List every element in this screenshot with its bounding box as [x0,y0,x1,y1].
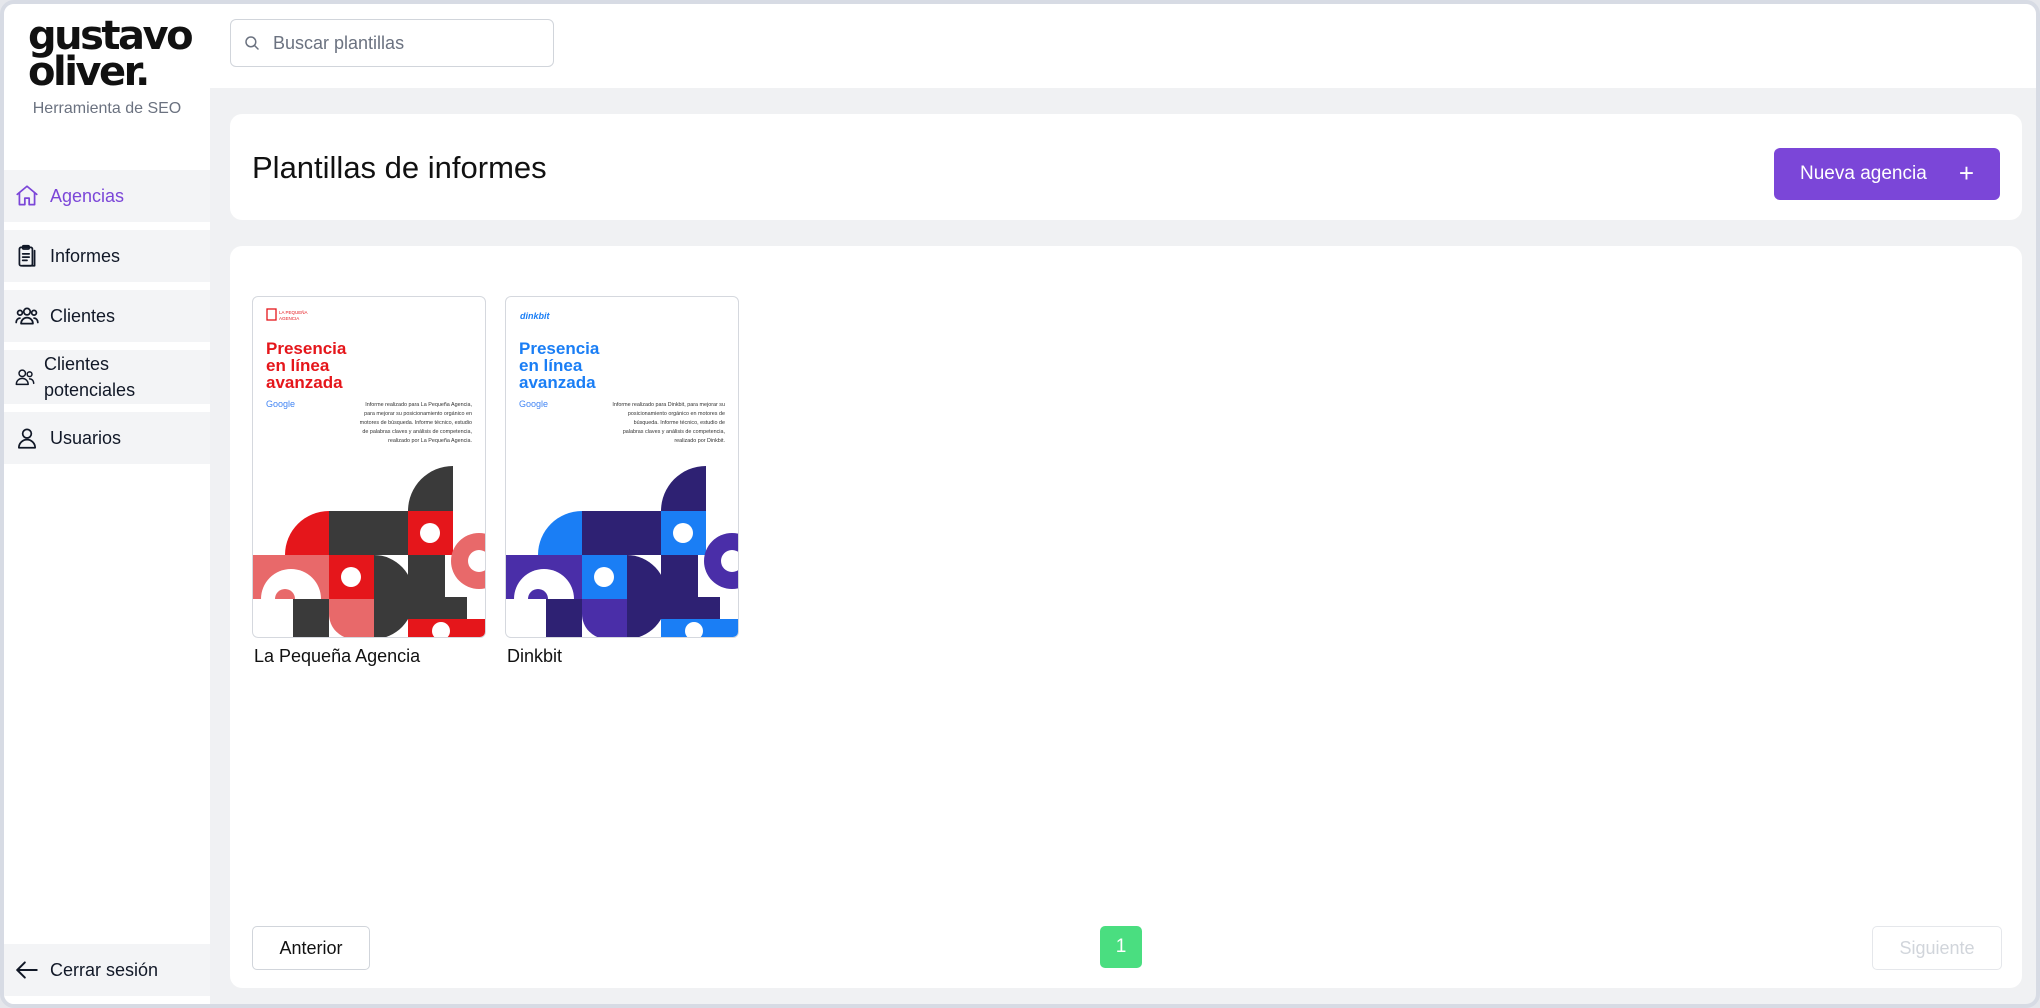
cover-body-line: realizado por Dinkbit. [674,438,725,444]
svg-text:LA PEQUEÑA: LA PEQUEÑA [279,309,308,315]
cover-body-line: realizado por La Pequeña Agencia. [388,438,472,444]
new-agency-button[interactable]: Nueva agencia + [1774,148,2000,200]
sidebar-item-label: Agencias [50,186,125,206]
sidebar-item-usuarios[interactable]: Usuarios [4,412,210,464]
user-icon [18,428,36,449]
sidebar-item-clientes[interactable]: Clientes [4,290,210,342]
new-agency-label: Nueva agencia [1800,163,1927,184]
template-card[interactable]: LA PEQUEÑA AGENCIA Presencia en línea av… [252,296,486,667]
template-cover: LA PEQUEÑA AGENCIA Presencia en línea av… [253,308,485,637]
page-title: Plantillas de informes [252,150,547,185]
cover-body-line: búsqueda. Informe técnico, estudio de [634,420,725,426]
template-name[interactable]: La Pequeña Agencia [252,646,486,667]
cover-pattern [506,466,738,637]
logout-button[interactable]: Cerrar sesión [4,944,210,996]
agency-logo-text: dinkbit [520,311,550,321]
brand-logo[interactable]: gustavo oliver. [28,16,194,95]
search-input[interactable] [273,32,543,54]
cover-body-line: Informe realizado para Dinkbit, para mej… [612,402,725,408]
logout-label: Cerrar sesión [50,959,159,980]
plus-icon: + [1958,158,1974,188]
previous-page-button[interactable]: Anterior [252,926,370,970]
sidebar-item-label: Usuarios [50,428,122,448]
template-thumbnail[interactable]: LA PEQUEÑA AGENCIA Presencia en línea av… [252,296,486,638]
cover-body-line: de palabras claves y análisis de compete… [362,429,472,435]
users-icon [15,307,39,325]
sidebar-item-agencias[interactable]: Agencias [4,170,210,222]
google-logo: Google [266,399,295,409]
app-window: gustavo oliver. Herramienta de SEO Agenc… [0,0,2040,1008]
cover-heading-line: avanzada [519,373,596,392]
next-page-button[interactable]: Siguiente [1872,926,2002,970]
page-header: Plantillas de informes Nueva agencia + [230,114,2022,220]
svg-text:AGENCIA: AGENCIA [279,316,299,321]
home-icon [16,185,38,206]
cover-heading-line: avanzada [266,373,343,392]
agency-logo-icon: LA PEQUEÑA AGENCIA [266,308,308,321]
sidebar-item-label-line-1: Clientes [44,354,110,374]
sidebar-item-label: Clientes [50,306,116,326]
sidebar-item-label-line-2: potenciales [44,380,136,400]
cover-pattern [253,466,485,637]
cover-body-line: Informe realizado para La Pequeña Agenci… [365,402,472,408]
sidebar-item-clientes-potenciales[interactable]: Clientes potenciales [4,350,210,404]
template-cover: dinkbit Presencia en línea avanzada Goog… [506,311,738,637]
sidebar-item-label: Informes [50,246,121,266]
search-box[interactable] [230,19,554,67]
clipboard-icon [18,244,36,267]
google-logo: Google [519,399,548,409]
topbar [210,4,2036,88]
cover-body-line: palabras claves y análisis de competenci… [623,429,726,435]
template-thumbnail[interactable]: dinkbit Presencia en línea avanzada Goog… [505,296,739,638]
user-group-icon [15,369,35,386]
sidebar-nav: Agencias Informes Clientes Clientes pote… [4,170,210,472]
template-card[interactable]: dinkbit Presencia en línea avanzada Goog… [505,296,739,667]
search-icon [245,36,259,50]
sidebar: gustavo oliver. Herramienta de SEO Agenc… [4,4,210,1004]
sidebar-item-label: Clientes potenciales [44,351,135,403]
cover-body-line: motores de búsqueda. Informe técnico, es… [360,420,472,426]
cover-body-line: posicionamiento orgánico en motores de [628,411,725,417]
sidebar-item-informes[interactable]: Informes [4,230,210,282]
logo-line-2: oliver. [28,49,150,95]
arrow-left-icon [16,961,38,979]
templates-panel: LA PEQUEÑA AGENCIA Presencia en línea av… [230,246,2022,988]
cover-body-line: para mejorar su posicionamiento orgánico… [364,411,472,417]
brand-tagline: Herramienta de SEO [32,100,182,117]
template-name[interactable]: Dinkbit [505,646,739,667]
page-number-current[interactable]: 1 [1100,926,1142,968]
